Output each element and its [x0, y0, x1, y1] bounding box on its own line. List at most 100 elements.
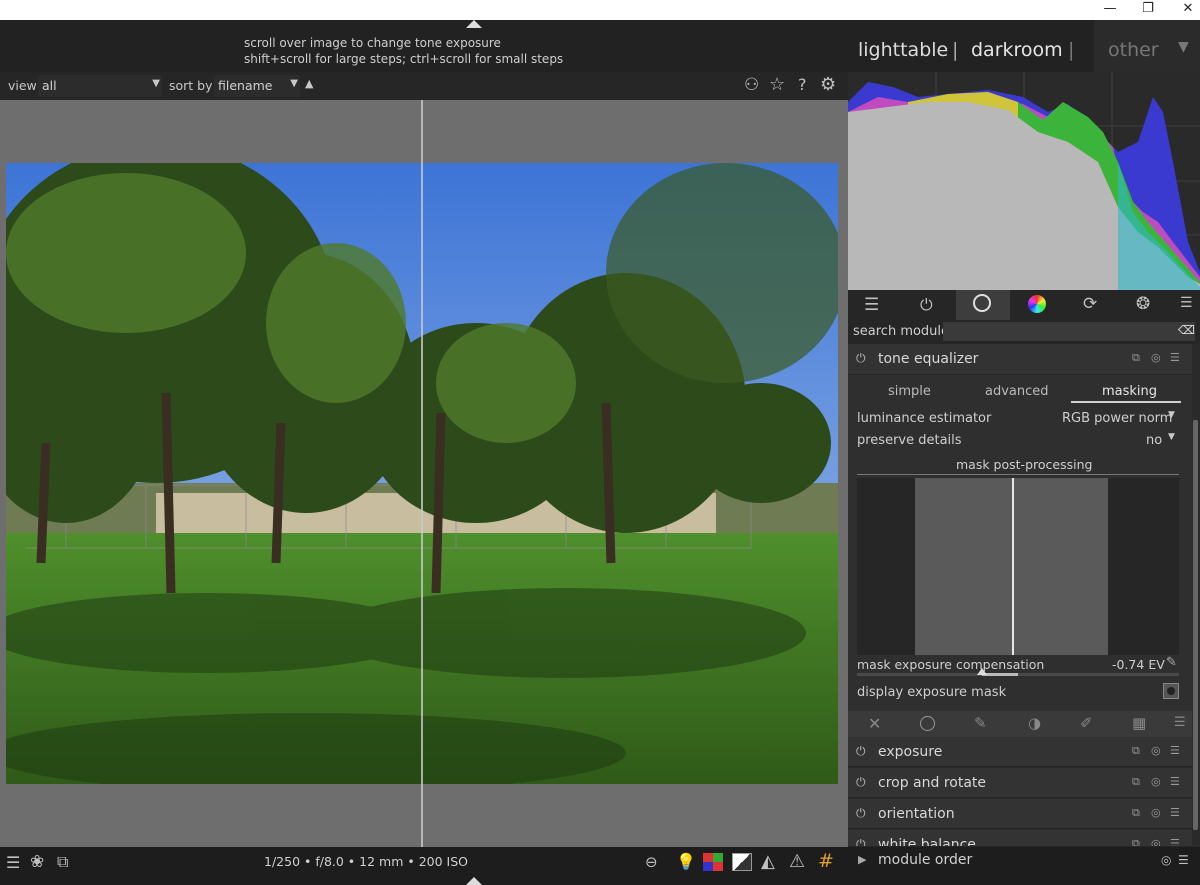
module-name: tone equalizer — [878, 351, 979, 367]
view-lighttable[interactable]: lighttable — [858, 39, 948, 61]
warning-icon[interactable]: ⚠ — [789, 851, 805, 872]
color-labels-icon[interactable]: ⚇ — [744, 75, 759, 95]
mask-histogram[interactable] — [857, 478, 1179, 655]
correct-icon[interactable]: ⟳ — [1083, 294, 1097, 314]
sort-ascending-icon[interactable]: ▲ — [305, 77, 313, 90]
slider-handle[interactable] — [977, 668, 987, 675]
presets-icon[interactable]: ☰ — [1170, 775, 1180, 788]
preserve-details-label: preserve details — [857, 433, 962, 448]
power-icon[interactable]: ⏻ — [856, 775, 866, 790]
clear-icon[interactable]: ⌫ — [1178, 323, 1195, 337]
exposure-comp-slider[interactable] — [857, 668, 1179, 676]
effects-icon[interactable]: ❂ — [1136, 294, 1150, 314]
multi-instance-icon[interactable]: ⧉ — [1132, 775, 1140, 789]
presets-icon[interactable]: ☰ — [1170, 837, 1180, 846]
color-picker-icon[interactable]: ✎ — [1166, 655, 1177, 670]
styles-icon[interactable]: ❀ — [30, 852, 44, 872]
collapse-bottom-arrow-icon[interactable] — [466, 877, 482, 885]
module-header-tone-equalizer[interactable]: ⏻ tone equalizer ⧉ ◎ ☰ — [848, 344, 1192, 375]
drawn-parametric-mask-icon[interactable]: ✐ — [1080, 714, 1093, 732]
presets-icon[interactable]: ☰ — [1170, 744, 1180, 757]
multi-instance-icon[interactable]: ⧉ — [1132, 351, 1140, 365]
search-row: search module ⌫ — [848, 320, 1200, 344]
reset-icon[interactable]: ◎ — [1151, 837, 1161, 846]
focus-peaking-icon[interactable]: ⊖ — [645, 853, 658, 871]
sort-select[interactable]: filename ▼ — [214, 75, 300, 97]
color-wheel-icon[interactable] — [1028, 295, 1046, 313]
section-title: mask post-processing — [956, 457, 1093, 472]
module-order-label[interactable]: module order — [878, 852, 972, 868]
tab-masking[interactable]: masking — [1102, 384, 1157, 399]
power-icon[interactable]: ⏻ — [856, 744, 866, 759]
minimize-button[interactable]: — — [1090, 0, 1130, 20]
luminance-estimator-value[interactable]: RGB power norm — [1062, 411, 1172, 426]
drawn-mask-icon[interactable]: ✎ — [974, 714, 987, 732]
center-view[interactable] — [0, 100, 848, 847]
power-icon[interactable]: ⏻ — [856, 837, 866, 846]
tab-simple[interactable]: simple — [888, 384, 931, 399]
chevron-down-icon: ▼ — [1168, 432, 1175, 442]
parametric-mask-icon[interactable]: ◑ — [1028, 714, 1041, 732]
tab-active-group[interactable] — [956, 290, 1010, 320]
preserve-details-value[interactable]: no — [1146, 433, 1162, 448]
softproof-icon[interactable]: ◭ — [761, 851, 775, 872]
color-assessment-icon[interactable] — [703, 853, 723, 871]
multi-instance-icon[interactable]: ⧉ — [1132, 837, 1140, 846]
reset-icon[interactable]: ◎ — [1151, 351, 1161, 364]
collapse-top-arrow-icon[interactable] — [466, 20, 482, 28]
histogram[interactable] — [848, 72, 1200, 290]
power-icon[interactable]: ⏻ — [856, 806, 866, 821]
view-darkroom[interactable]: darkroom — [971, 39, 1063, 61]
help-icon[interactable]: ? — [798, 75, 807, 94]
module-header-orientation[interactable]: ⏻ orientation ⧉ ◎ ☰ — [848, 799, 1192, 829]
uniform-mask-icon[interactable] — [920, 716, 935, 731]
tooltip: scroll over image to change tone exposur… — [244, 35, 563, 67]
raster-mask-icon[interactable]: ▦ — [1132, 714, 1146, 732]
reset-icon[interactable]: ◎ — [1161, 853, 1171, 867]
view-other-select[interactable]: other ▼ — [1094, 20, 1200, 72]
sort-select-value: filename — [218, 78, 273, 93]
reset-icon[interactable]: ◎ — [1151, 775, 1161, 788]
close-button[interactable]: ✕ — [1168, 0, 1200, 20]
second-window-icon[interactable]: ⧉ — [57, 852, 68, 872]
tooltip-line-1: scroll over image to change tone exposur… — [244, 36, 501, 50]
mask-tools-row: ✕ ✎ ◑ ✐ ▦ ☰ — [848, 711, 1192, 737]
sliders-icon[interactable]: ☰ — [864, 295, 879, 315]
expand-arrow-icon[interactable]: ▶ — [858, 853, 866, 866]
mask-off-icon[interactable]: ✕ — [868, 714, 881, 733]
tab-advanced[interactable]: advanced — [985, 384, 1049, 399]
right-panel-scrollbar[interactable] — [1193, 420, 1198, 830]
reset-icon[interactable]: ◎ — [1151, 744, 1161, 757]
view-label: view — [8, 78, 37, 93]
guides-icon[interactable]: # — [818, 850, 834, 872]
presets-icon[interactable]: ☰ — [1170, 351, 1180, 364]
menu-icon[interactable]: ☰ — [1180, 295, 1193, 311]
module-header-white-balance[interactable]: ⏻ white balance ⧉ ◎ ☰ — [848, 830, 1192, 847]
presets-icon[interactable]: ☰ — [1178, 853, 1189, 867]
exposure-comp-value: -0.74 EV — [1112, 657, 1165, 672]
power-icon[interactable]: ⏻ — [856, 351, 866, 366]
bulb-icon[interactable]: 💡 — [676, 852, 696, 871]
overexposure-icon[interactable] — [732, 853, 752, 871]
view-separator: | — [952, 39, 959, 61]
module-header-crop-and-rotate[interactable]: ⏻ crop and rotate ⧉ ◎ ☰ — [848, 768, 1192, 798]
presets-icon[interactable]: ☰ — [1170, 806, 1180, 819]
restore-button[interactable]: ❐ — [1128, 0, 1168, 20]
star-icon[interactable]: ☆ — [769, 74, 785, 95]
module-header-exposure[interactable]: ⏻ exposure ⧉ ◎ ☰ — [848, 737, 1192, 767]
gear-icon[interactable]: ⚙ — [820, 74, 836, 95]
multi-instance-icon[interactable]: ⧉ — [1132, 806, 1140, 820]
search-input[interactable] — [943, 322, 1195, 341]
multi-instance-icon[interactable]: ⧉ — [1132, 744, 1140, 758]
module-name: crop and rotate — [878, 775, 987, 791]
menu-icon[interactable]: ☰ — [1174, 715, 1186, 730]
view-select[interactable]: all ▼ — [38, 75, 162, 97]
display-mask-toggle[interactable] — [1163, 683, 1179, 699]
mask-center-line — [1012, 478, 1014, 655]
chevron-down-icon: ▼ — [152, 78, 160, 89]
reset-icon[interactable]: ◎ — [1151, 806, 1161, 819]
luminance-estimator-label: luminance estimator — [857, 411, 992, 426]
split-divider[interactable] — [421, 100, 423, 847]
menu-icon[interactable]: ☰ — [6, 853, 20, 872]
power-icon[interactable]: ⏻ — [920, 295, 933, 315]
